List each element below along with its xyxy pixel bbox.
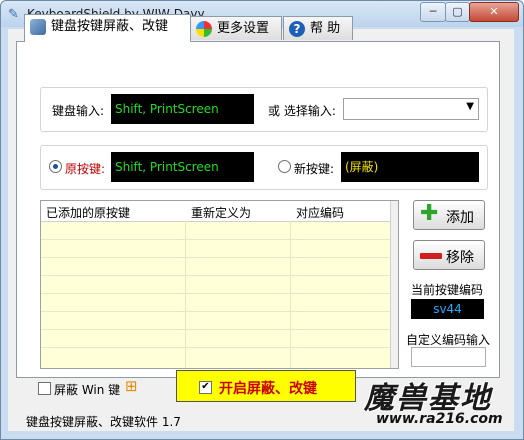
tab-label: 帮 助 (310, 21, 341, 36)
mapping-list[interactable]: 已添加的原按键 重新定义为 对应编码 (40, 200, 399, 369)
remove-button-label: 移除 (446, 250, 474, 266)
grid-line (290, 221, 291, 368)
grid-line (41, 347, 391, 348)
close-button[interactable]: ✕ (469, 2, 519, 22)
remove-button[interactable]: 移除 (413, 240, 485, 270)
tab-help[interactable]: ? 帮 助 (283, 16, 353, 40)
original-key-label: 原按键: (65, 162, 106, 176)
block-win-checkbox[interactable] (38, 382, 51, 395)
start-shield-button[interactable]: ✔ 开启屏蔽、改键 (176, 370, 356, 402)
status-bar-text: 键盘按键屏蔽、改键软件 1.7 (26, 415, 181, 429)
chevron-down-icon: ▼ (466, 101, 474, 112)
original-key-field[interactable]: Shift, PrintScreen (111, 152, 254, 182)
minus-icon (420, 253, 442, 259)
watermark-logo: 魔兽基地 www.ra216.com (364, 373, 514, 433)
column-header-redefine[interactable]: 重新定义为 (191, 204, 251, 221)
grid-line (41, 293, 391, 294)
tab-keyboard-shield[interactable]: 键盘按键屏蔽、改键 (24, 14, 191, 42)
original-key-radio[interactable] (49, 160, 62, 173)
radio-selected-dot (53, 164, 58, 169)
grid-line (41, 311, 391, 312)
grid-line (41, 275, 391, 276)
help-icon: ? (289, 21, 305, 37)
new-key-label: 新按键: (294, 162, 335, 176)
tab-label: 键盘按键屏蔽、改键 (51, 19, 169, 34)
maximize-icon: ▢ (452, 5, 463, 18)
key-select-dropdown[interactable]: ▼ (343, 98, 479, 120)
tab-label: 更多设置 (217, 21, 270, 36)
grid-line (41, 239, 391, 240)
custom-code-input[interactable] (411, 347, 486, 367)
close-icon: ✕ (489, 5, 499, 18)
new-key-field[interactable]: (屏蔽) (341, 152, 479, 182)
plus-icon: ✚ (420, 201, 439, 226)
keyboard-input-label: 键盘输入: (52, 104, 105, 118)
add-button-label: 添加 (446, 210, 474, 226)
custom-code-label: 自定义编码输入 (406, 333, 491, 347)
app-icon: ✎ (8, 7, 19, 22)
add-button[interactable]: ✚ 添加 (413, 200, 485, 230)
current-code-value: sv44 (411, 299, 484, 319)
keyboard-input-field[interactable]: Shift, PrintScreen (111, 94, 254, 124)
start-checkbox-icon: ✔ (199, 381, 212, 394)
block-win-label: 屏蔽 Win 键 (54, 383, 121, 397)
column-header-original-key[interactable]: 已添加的原按键 (46, 204, 130, 221)
watermark-url: www.ra216.com (376, 411, 503, 427)
windows-logo-icon: ⊞ (125, 377, 138, 395)
current-code-label: 当前按键编码 (411, 283, 484, 297)
column-header-code[interactable]: 对应编码 (296, 204, 344, 221)
keyboard-icon (30, 19, 46, 35)
list-header: 已添加的原按键 重新定义为 对应编码 (41, 201, 398, 222)
minimize-button[interactable]: ─ (420, 2, 446, 22)
new-key-radio[interactable] (278, 160, 291, 173)
list-scrollbar[interactable] (390, 201, 398, 368)
tab-more-settings[interactable]: 更多设置 (190, 16, 282, 40)
minimize-icon: ─ (429, 5, 437, 18)
settings-globe-icon (196, 21, 212, 37)
grid-line (185, 221, 186, 368)
select-input-label: 或 选择输入: (268, 104, 336, 118)
grid-line (41, 329, 391, 330)
start-shield-label: 开启屏蔽、改键 (219, 381, 317, 397)
maximize-button[interactable]: ▢ (445, 2, 470, 22)
grid-line (41, 257, 391, 258)
